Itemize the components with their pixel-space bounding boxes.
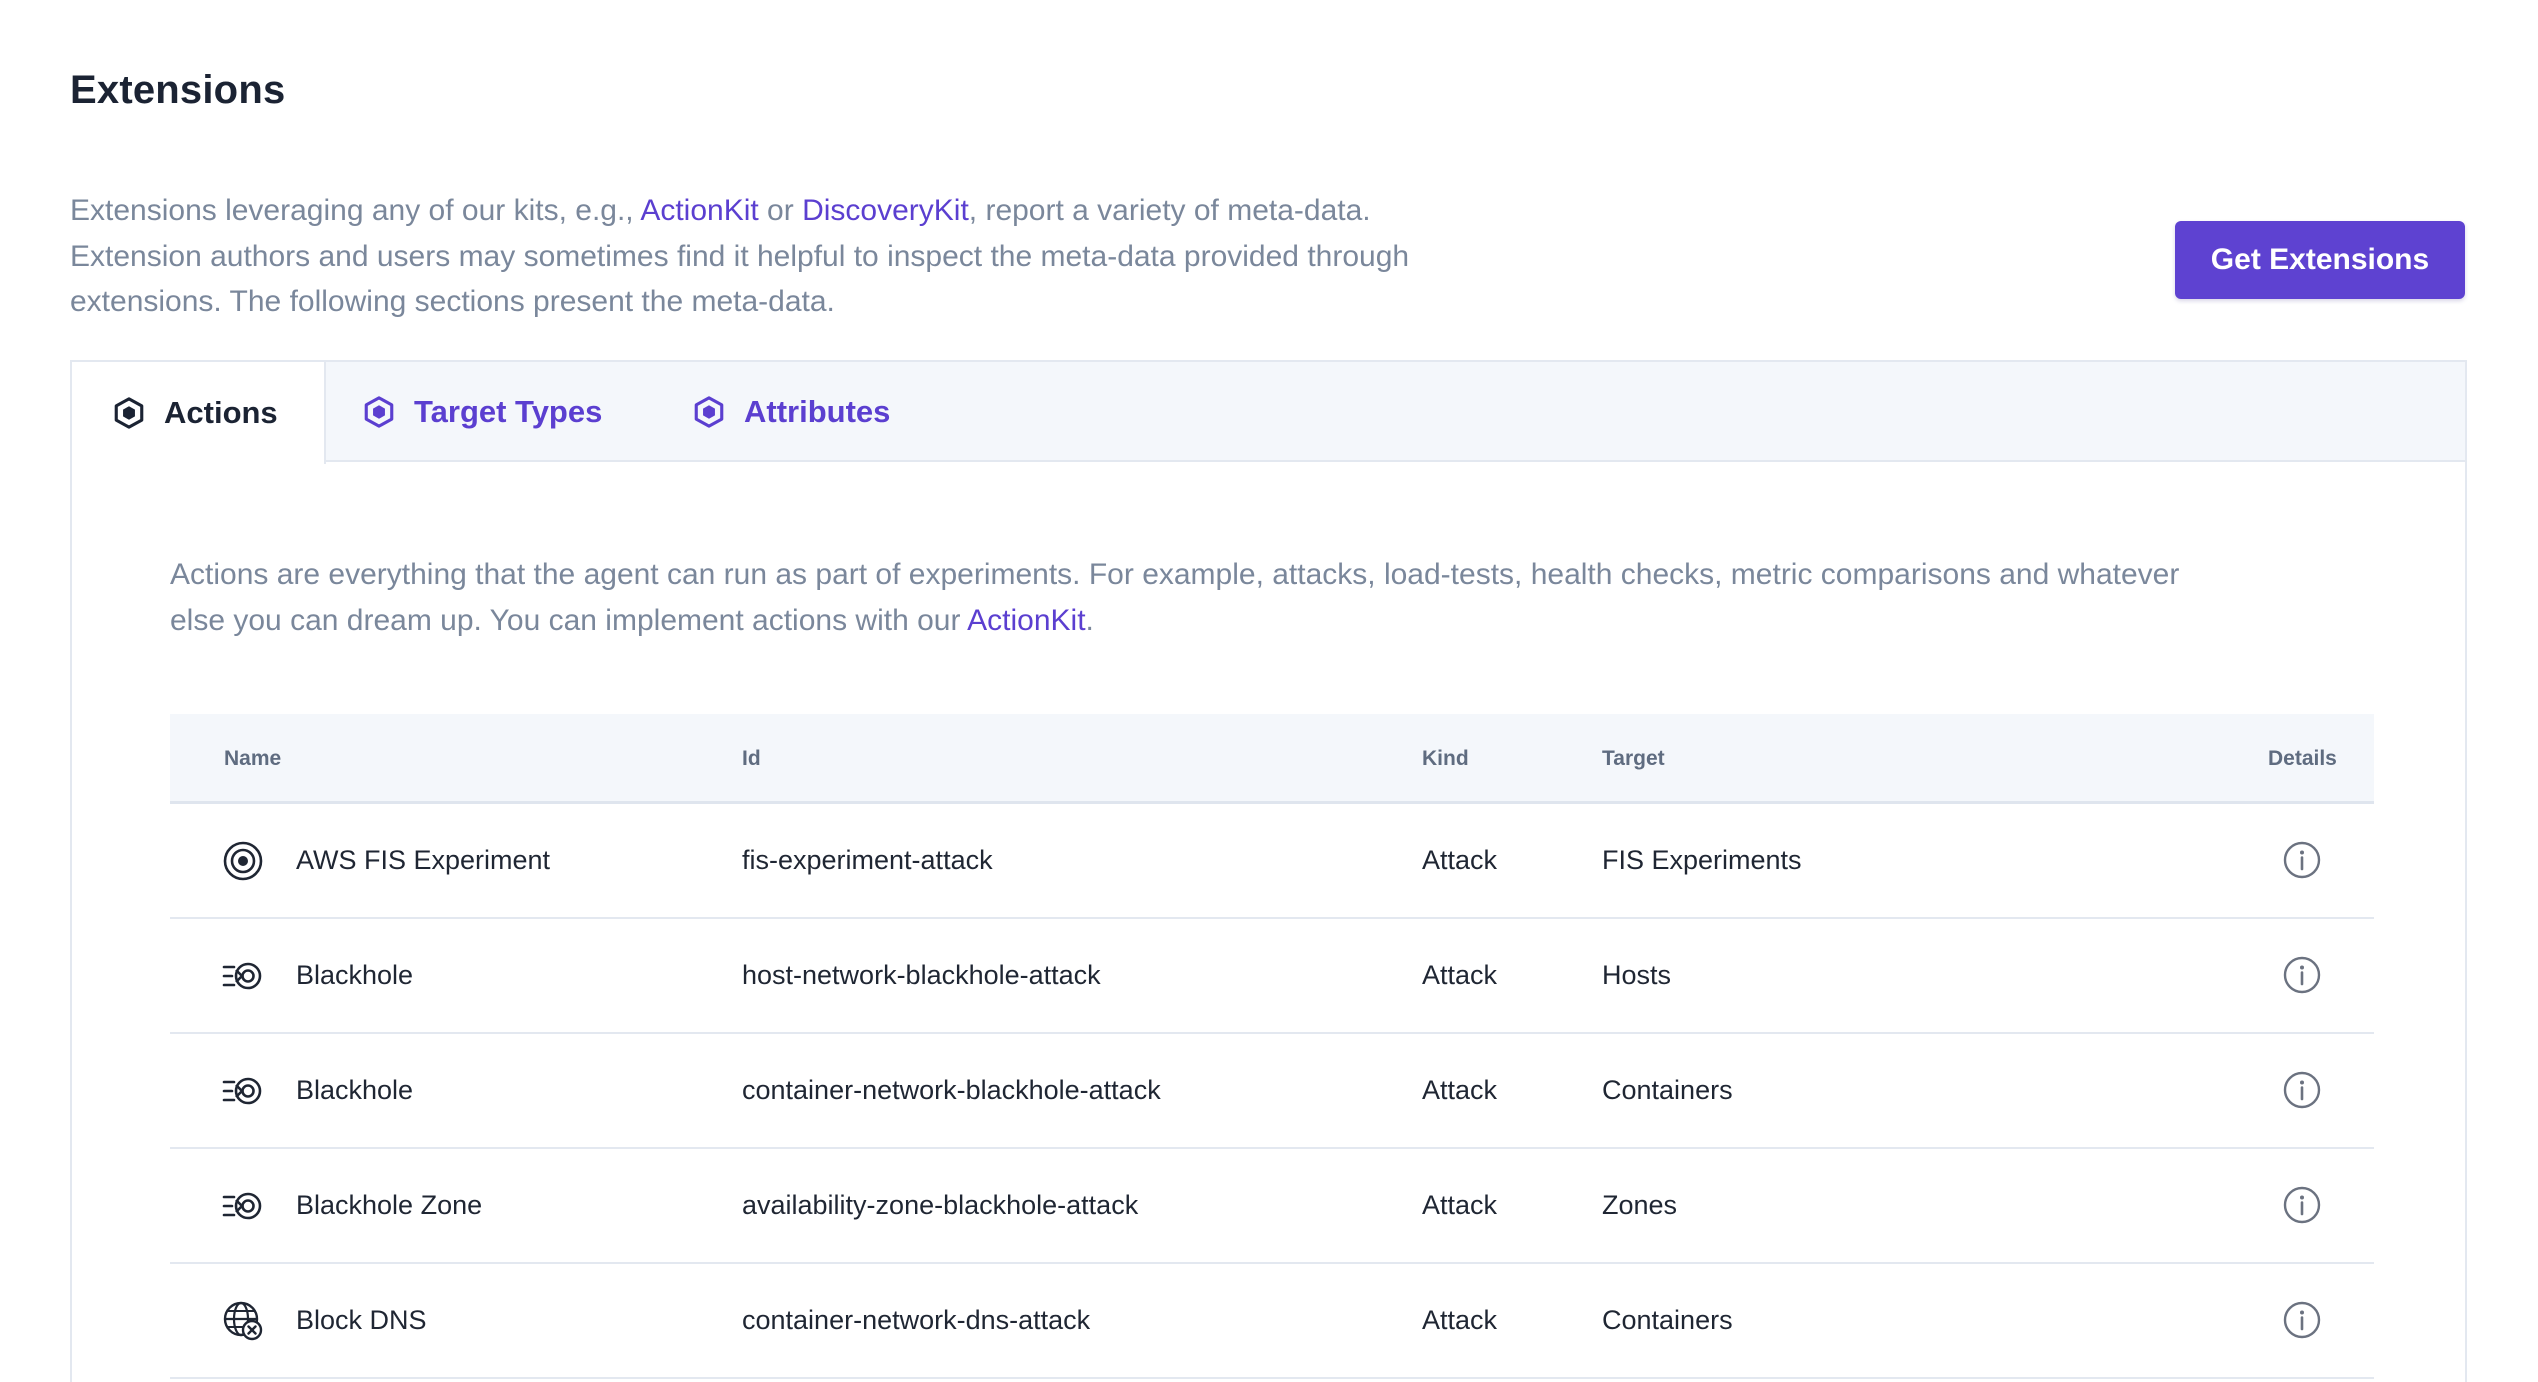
tab-actions[interactable]: Actions	[72, 362, 326, 464]
column-header-kind[interactable]: Kind	[1422, 714, 1469, 804]
action-id: container-network-dns-attack	[742, 1305, 1091, 1335]
tab-label: Attributes	[744, 394, 891, 429]
intro-text-line: extensions. The following sections prese…	[70, 285, 835, 318]
hexagon-icon	[364, 396, 394, 428]
info-icon[interactable]	[2282, 840, 2324, 882]
description-line: Actions are everything that the agent ca…	[170, 558, 2180, 591]
discoverykit-link[interactable]: DiscoveryKit	[802, 194, 969, 227]
action-name: Blackhole Zone	[296, 1190, 483, 1220]
tabs-panel: Actions Target Types Attributes Actions …	[70, 360, 2467, 1382]
actionkit-link[interactable]: ActionKit	[640, 194, 758, 227]
get-extensions-button[interactable]: Get Extensions	[2175, 221, 2465, 299]
extensions-page: Extensions Extensions leveraging any of …	[0, 0, 2538, 1382]
action-name: Blackhole	[296, 960, 414, 990]
action-kind: Attack	[1422, 1305, 1498, 1335]
tab-label: Actions	[164, 395, 278, 430]
target-icon	[222, 840, 264, 882]
column-header-id[interactable]: Id	[742, 714, 761, 804]
action-id: fis-experiment-attack	[742, 845, 993, 875]
intro-text-part: Extensions leveraging any of our kits, e…	[70, 194, 641, 227]
intro-text-part: or	[758, 194, 803, 227]
table-header: Name Id Kind Target Details	[170, 714, 2374, 804]
info-icon[interactable]	[2282, 1300, 2324, 1342]
action-kind: Attack	[1422, 845, 1498, 875]
tab-bar: Actions Target Types Attributes	[72, 362, 2465, 464]
blackhole-icon	[222, 955, 264, 997]
action-target: Containers	[1602, 1075, 1733, 1105]
action-kind: Attack	[1422, 960, 1498, 990]
hexagon-icon	[694, 396, 724, 428]
action-id: availability-zone-blackhole-attack	[742, 1190, 1139, 1220]
globe-block-icon	[222, 1300, 264, 1342]
blackhole-icon	[222, 1070, 264, 1112]
table-row[interactable]: Blackhole Zone availability-zone-blackho…	[170, 1149, 2374, 1264]
action-target: Hosts	[1602, 960, 1672, 990]
table-row[interactable]: AWS FIS Experiment fis-experiment-attack…	[170, 804, 2374, 919]
table-row[interactable]: Blackhole host-network-blackhole-attack …	[170, 919, 2374, 1034]
info-icon[interactable]	[2282, 955, 2324, 997]
blackhole-icon	[222, 1185, 264, 1227]
actions-description: Actions are everything that the agent ca…	[170, 552, 2400, 643]
intro-text-line: Extension authors and users may sometime…	[70, 239, 1410, 273]
action-name: Block DNS	[296, 1305, 427, 1335]
info-icon[interactable]	[2282, 1185, 2324, 1227]
action-kind: Attack	[1422, 1190, 1498, 1220]
action-target: Zones	[1602, 1190, 1678, 1220]
column-header-target[interactable]: Target	[1602, 714, 1665, 804]
tab-attributes[interactable]: Attributes	[692, 362, 890, 462]
intro-text-part: , report a variety of meta-data.	[968, 194, 1371, 227]
actions-table: Name Id Kind Target Details AWS FIS Expe…	[170, 714, 2374, 1379]
action-name: AWS FIS Experiment	[296, 845, 551, 875]
actionkit-link[interactable]: ActionKit	[967, 604, 1085, 637]
table-row[interactable]: Blackhole container-network-blackhole-at…	[170, 1034, 2374, 1149]
action-target: FIS Experiments	[1602, 845, 1802, 875]
page-title: Extensions	[70, 68, 286, 112]
info-icon[interactable]	[2282, 1070, 2324, 1112]
action-target: Containers	[1602, 1305, 1733, 1335]
intro-text: Extensions leveraging any of our kits, e…	[70, 188, 1550, 325]
hexagon-icon	[114, 397, 144, 429]
column-header-details: Details	[2268, 747, 2337, 770]
tab-label: Target Types	[414, 394, 603, 429]
description-line: else you can dream up. You can implement…	[170, 603, 968, 637]
action-id: container-network-blackhole-attack	[742, 1075, 1161, 1105]
column-header-name[interactable]: Name	[224, 714, 281, 804]
action-id: host-network-blackhole-attack	[742, 960, 1101, 990]
tab-target-types[interactable]: Target Types	[362, 362, 602, 462]
action-name: Blackhole	[296, 1075, 414, 1105]
description-line: .	[1085, 603, 1094, 637]
table-row[interactable]: Block DNS container-network-dns-attack A…	[170, 1264, 2374, 1379]
action-kind: Attack	[1422, 1075, 1498, 1105]
